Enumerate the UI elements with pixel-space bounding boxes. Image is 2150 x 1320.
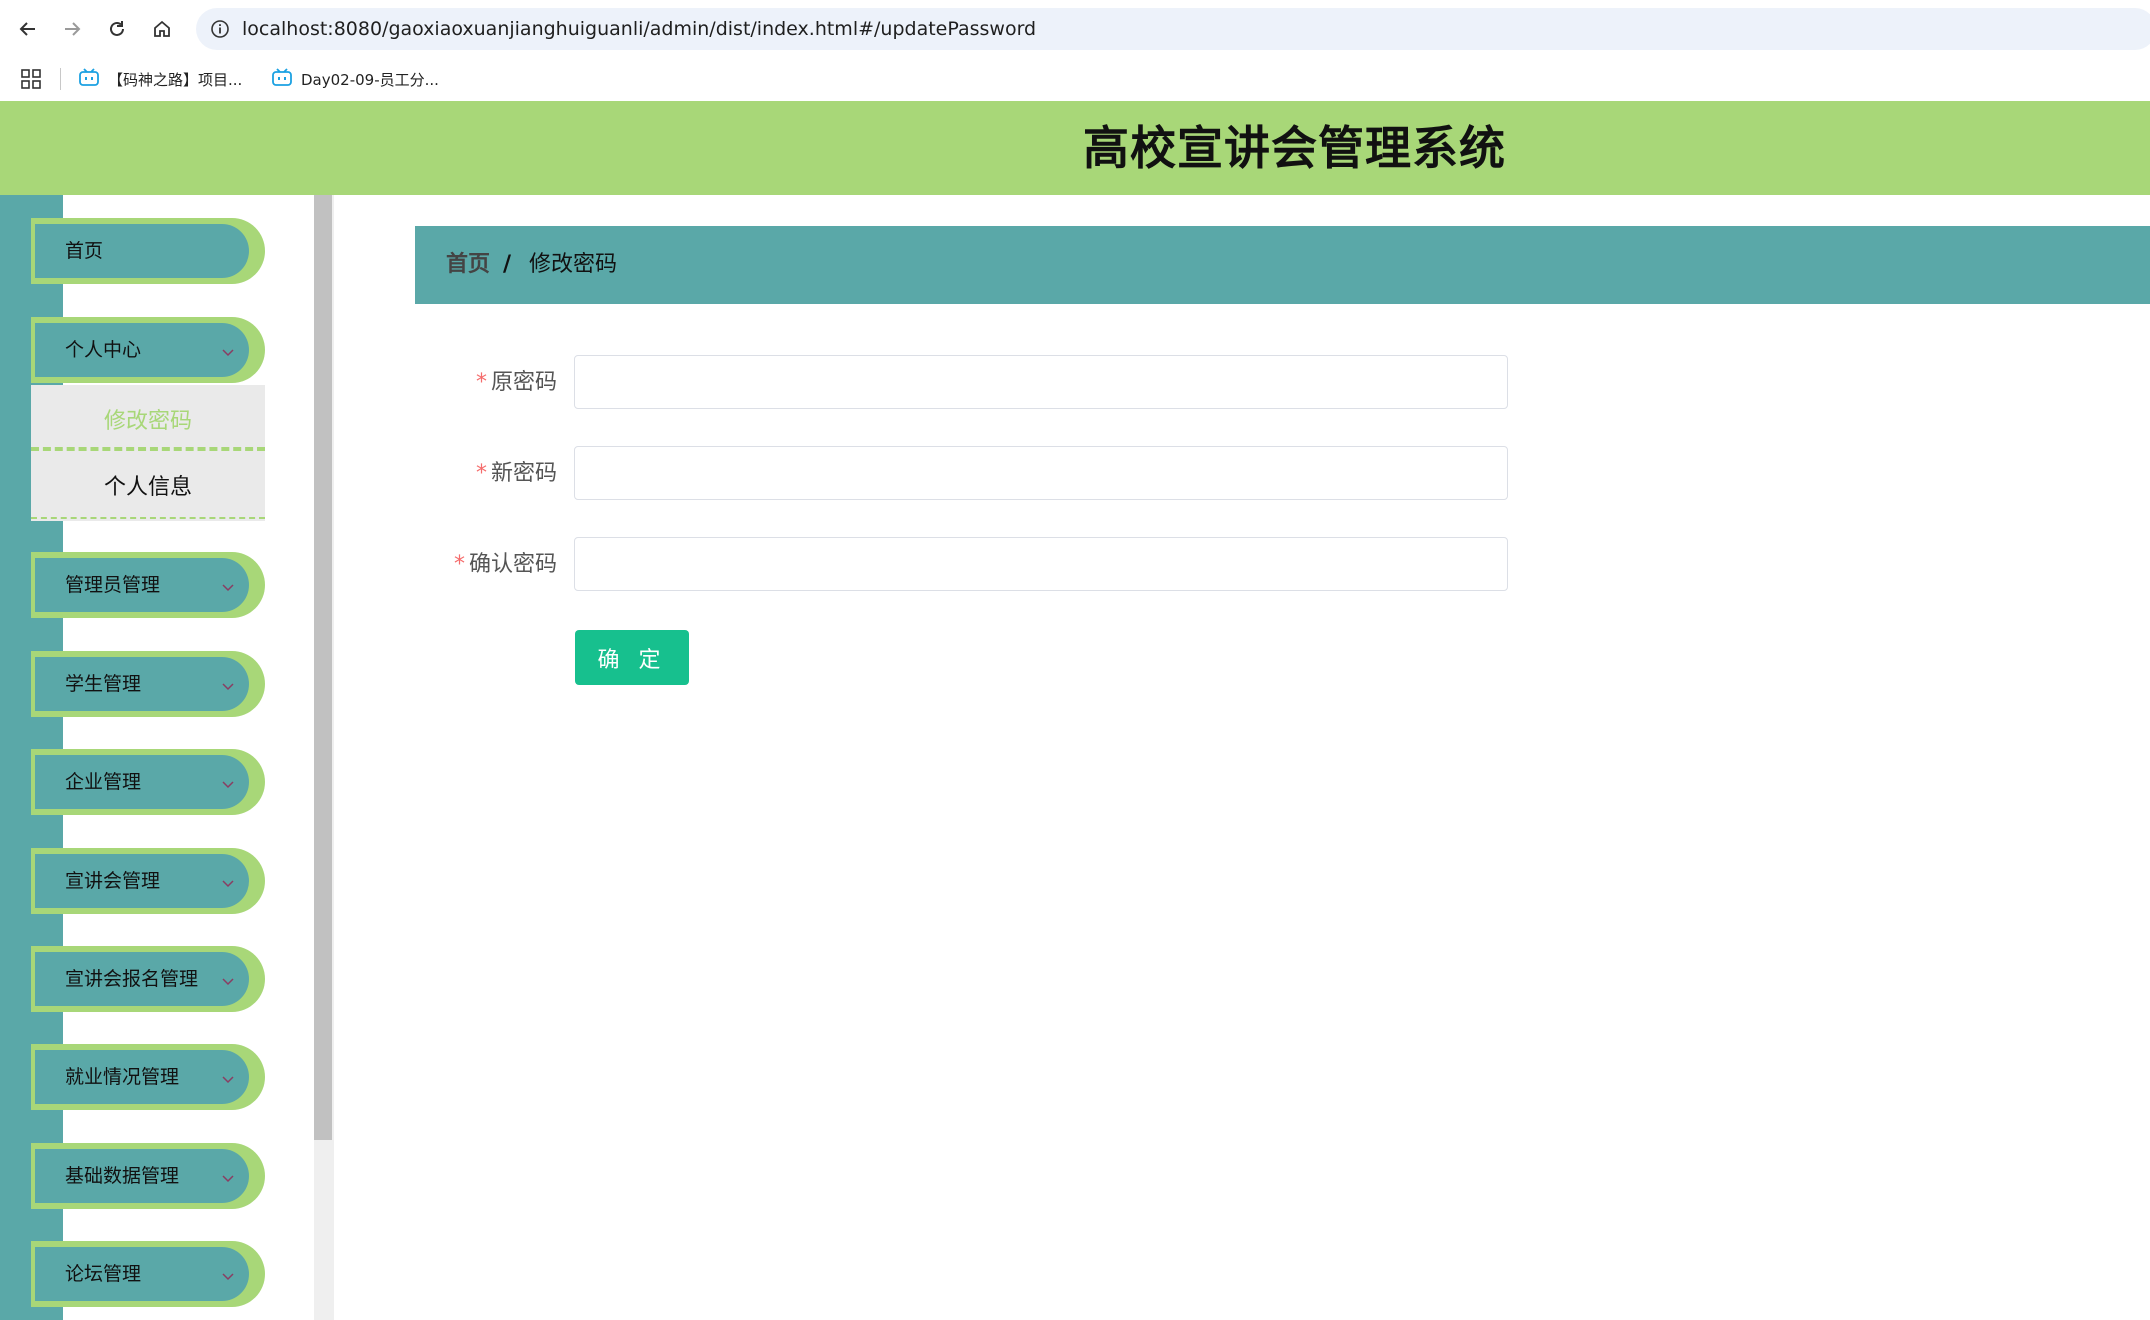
submenu-divider (31, 447, 265, 451)
chevron-down-icon (221, 1170, 235, 1183)
new-password-label-text: 新密码 (490, 461, 557, 486)
submenu-item-change-password[interactable]: 修改密码 (31, 387, 265, 451)
breadcrumb-separator: / (503, 252, 512, 277)
bookmark-label: Day02-09-员工分... (301, 70, 439, 89)
confirm-password-input[interactable] (574, 537, 1508, 591)
sidebar-item-label: 个人中心 (65, 339, 142, 361)
sidebar-item-label: 学生管理 (65, 673, 142, 695)
confirm-password-label-text: 确认密码 (468, 552, 557, 577)
bookmark-item[interactable]: 【码神之路】项目... (78, 58, 242, 100)
form-row-confirm-password: * 确认密码 (415, 537, 1515, 593)
new-password-input[interactable] (574, 446, 1508, 500)
sidebar-item-forum-management[interactable]: 论坛管理 (31, 1241, 265, 1307)
new-password-label: * 新密码 (415, 446, 557, 502)
sidebar-item-label: 宣讲会管理 (65, 870, 161, 892)
app-title: 高校宣讲会管理系统 (1083, 121, 1506, 175)
browser-address-bar: localhost:8080/gaoxiaoxuanjianghuiguanli… (0, 0, 2150, 58)
breadcrumb: 首页 / 修改密码 (415, 226, 2150, 304)
sidebar-item-student-management[interactable]: 学生管理 (31, 651, 265, 717)
sidebar-item-body: 宣讲会报名管理 (35, 952, 249, 1006)
bilibili-tv-icon (78, 67, 100, 91)
bookmarks-divider (60, 68, 61, 90)
back-arrow-icon[interactable] (11, 12, 45, 46)
sidebar-item-body: 个人中心 (35, 323, 249, 377)
apps-grid-icon[interactable] (20, 68, 42, 90)
sidebar-item-body: 学生管理 (35, 657, 249, 711)
confirm-password-label: * 确认密码 (415, 537, 557, 593)
app-header: 高校宣讲会管理系统 (0, 101, 2150, 195)
sidebar-item-employment-status[interactable]: 就业情况管理 (31, 1044, 265, 1110)
bookmark-item[interactable]: Day02-09-员工分... (271, 58, 439, 100)
sidebar-item-body: 论坛管理 (35, 1247, 249, 1301)
chevron-down-icon (221, 1071, 235, 1084)
breadcrumb-home-link[interactable]: 首页 (446, 226, 490, 304)
bookmark-label: 【码神之路】项目... (108, 70, 243, 89)
sidebar-item-body: 基础数据管理 (35, 1149, 249, 1203)
sidebar-item-label: 基础数据管理 (65, 1165, 180, 1187)
submenu-item-personal-info[interactable]: 个人信息 (31, 453, 265, 517)
sidebar-item-label: 宣讲会报名管理 (65, 968, 199, 990)
reload-icon[interactable] (100, 12, 134, 46)
chevron-down-icon (221, 973, 235, 986)
chevron-down-icon (221, 344, 235, 357)
sidebar-item-company-management[interactable]: 企业管理 (31, 749, 265, 815)
sidebar-scrollbar-thumb[interactable] (314, 195, 332, 1140)
form-row-old-password: * 原密码 (415, 355, 1515, 411)
sidebar-item-body: 企业管理 (35, 755, 249, 809)
chevron-down-icon (221, 1268, 235, 1281)
sidebar-item-personal-center[interactable]: 个人中心 (31, 317, 265, 383)
confirm-button[interactable]: 确 定 (575, 630, 689, 685)
url-text[interactable]: localhost:8080/gaoxiaoxuanjianghuiguanli… (242, 8, 1036, 50)
old-password-label: * 原密码 (415, 355, 557, 411)
sidebar-item-home[interactable]: 首页 (31, 218, 265, 284)
site-info-icon[interactable] (210, 19, 230, 39)
form-row-new-password: * 新密码 (415, 446, 1515, 502)
sidebar-item-basic-data[interactable]: 基础数据管理 (31, 1143, 265, 1209)
chevron-down-icon (221, 875, 235, 888)
sidebar-item-seminar-management[interactable]: 宣讲会管理 (31, 848, 265, 914)
chevron-down-icon (221, 678, 235, 691)
sidebar-item-label: 论坛管理 (65, 1263, 142, 1285)
chevron-down-icon (221, 579, 235, 592)
chevron-down-icon (221, 776, 235, 789)
forward-arrow-icon[interactable] (55, 12, 89, 46)
required-mark: * (475, 370, 487, 395)
home-icon[interactable] (145, 12, 179, 46)
sidebar-item-admin-management[interactable]: 管理员管理 (31, 552, 265, 618)
required-mark: * (453, 552, 465, 577)
sidebar-item-label: 就业情况管理 (65, 1066, 180, 1088)
required-mark: * (475, 461, 487, 486)
sidebar-item-body: 宣讲会管理 (35, 854, 249, 908)
sidebar-item-label: 企业管理 (65, 771, 142, 793)
submenu-divider (31, 517, 265, 519)
sidebar-item-label: 管理员管理 (65, 574, 161, 596)
sidebar-item-label: 首页 (65, 240, 104, 262)
old-password-input[interactable] (574, 355, 1508, 409)
sidebar-item-body: 管理员管理 (35, 558, 249, 612)
old-password-label-text: 原密码 (490, 370, 557, 395)
bilibili-tv-icon (271, 67, 293, 91)
sidebar-item-body: 首页 (35, 224, 249, 278)
url-field[interactable]: localhost:8080/gaoxiaoxuanjianghuiguanli… (196, 8, 2150, 50)
sidebar-item-seminar-registration[interactable]: 宣讲会报名管理 (31, 946, 265, 1012)
sidebar-item-body: 就业情况管理 (35, 1050, 249, 1104)
breadcrumb-current: 修改密码 (529, 252, 618, 277)
personal-center-submenu: 修改密码 个人信息 (31, 385, 265, 521)
bookmarks-bar: 【码神之路】项目... Day02-09-员工分... (0, 58, 2150, 100)
